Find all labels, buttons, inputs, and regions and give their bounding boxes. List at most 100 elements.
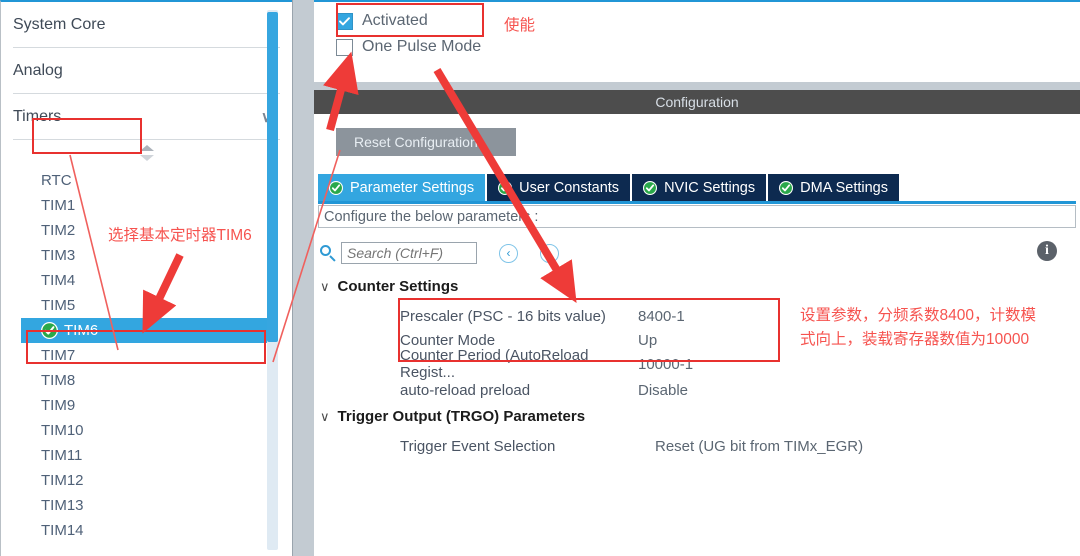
reset-configuration-label: Reset Configuration (354, 134, 478, 150)
sidebar-item-tim1[interactable]: TIM1 (1, 193, 292, 218)
activated-checkbox-row[interactable]: Activated (336, 8, 481, 34)
param-row-counter-period[interactable]: Counter Period (AutoReload Regist... 100… (400, 347, 694, 381)
tab-nvic-settings[interactable]: NVIC Settings (632, 174, 767, 201)
sidebar-category-label: System Core (13, 15, 106, 33)
sidebar-item-label: TIM10 (41, 422, 84, 439)
annotation-enable: 使能 (504, 17, 536, 34)
sidebar-item-tim6[interactable]: TIM6 (21, 318, 267, 343)
sidebar-item-label: TIM3 (41, 247, 76, 264)
panel-divider (292, 0, 314, 556)
sidebar-item-label: TIM2 (41, 222, 76, 239)
param-name: auto-reload preload (400, 381, 531, 399)
sidebar-item-tim13[interactable]: TIM13 (1, 493, 292, 518)
checkbox-unchecked-icon[interactable] (336, 38, 353, 56)
annotation-select-timer: 选择基本定时器TIM6 (108, 227, 252, 244)
tab-status-check-icon (498, 180, 513, 195)
param-name: Counter Mode (400, 331, 496, 349)
sidebar-category-timers[interactable]: Timers ∨ (13, 94, 280, 140)
group-title: Counter Settings (337, 278, 459, 295)
tab-parameter-settings[interactable]: Parameter Settings (318, 174, 486, 201)
parameter-search-row: ‹ › (320, 242, 559, 264)
sidebar-item-tim3[interactable]: TIM3 (1, 243, 292, 268)
tab-status-check-icon (643, 180, 658, 195)
sidebar-scrollbar-thumb[interactable] (267, 12, 278, 342)
configuration-tabs: Parameter Settings User Constants NVIC Set… (318, 174, 901, 201)
sidebar-item-tim7[interactable]: TIM7 (1, 343, 292, 368)
configure-note-label: Configure the below parameters : (324, 208, 539, 225)
configuration-shoulder (314, 82, 1080, 90)
param-row-auto-reload-preload[interactable]: auto-reload preload Disable (400, 378, 688, 402)
sidebar-item-tim9[interactable]: TIM9 (1, 393, 292, 418)
param-row-prescaler[interactable]: Prescaler (PSC - 16 bits value) 8400-1 (400, 304, 685, 328)
param-name: Trigger Event Selection (400, 437, 556, 455)
sidebar-item-tim5[interactable]: TIM5 (1, 293, 292, 318)
sidebar-item-label: RTC (41, 172, 72, 189)
sidebar-item-label: TIM8 (41, 372, 76, 389)
previous-match-button[interactable]: ‹ (499, 243, 518, 263)
tab-label: DMA Settings (800, 179, 888, 196)
group-title: Trigger Output (TRGO) Parameters (337, 408, 586, 425)
sidebar-item-label: TIM14 (41, 522, 84, 539)
activated-label: Activated (362, 12, 428, 29)
sidebar-item-label: TIM4 (41, 272, 76, 289)
tab-label: NVIC Settings (664, 179, 756, 196)
tab-label: User Constants (519, 179, 620, 196)
reset-configuration-button[interactable]: Reset Configuration (336, 128, 516, 156)
one-pulse-mode-checkbox-row[interactable]: One Pulse Mode (336, 34, 481, 60)
param-name: Prescaler (PSC - 16 bits value) (400, 307, 606, 325)
one-pulse-mode-label: One Pulse Mode (362, 38, 482, 55)
sidebar-category-analog[interactable]: Analog › (13, 48, 280, 94)
tab-status-check-icon (329, 180, 343, 195)
group-header-trigger-output[interactable]: ∨ Trigger Output (TRGO) Parameters (320, 408, 585, 425)
checkbox-checked-icon[interactable] (336, 12, 353, 30)
sidebar-item-label: TIM11 (41, 447, 83, 464)
mode-and-configuration-panel: Activated One Pulse Mode Configuration R… (314, 0, 1080, 556)
sidebar-item-label: TIM1 (41, 197, 76, 214)
chevron-down-icon: ∨ (320, 278, 330, 294)
tab-label: Parameter Settings (350, 179, 475, 196)
peripheral-list: RTC TIM1 TIM2 TIM3 TIM4 TIM5 TIM6 TIM7 TIM8 TIM9 T… (1, 168, 292, 543)
search-icon (320, 244, 337, 262)
configuration-title-bar: Configuration (314, 90, 1080, 114)
list-scroll-spinner[interactable] (1, 140, 292, 166)
next-match-button[interactable]: › (540, 243, 559, 263)
annotation-params-line2: 式向上，装载寄存器数值为10000 (800, 331, 1030, 348)
param-value: 8400-1 (638, 307, 685, 325)
sidebar-item-tim8[interactable]: TIM8 (1, 368, 292, 393)
param-value: Disable (638, 381, 689, 399)
sidebar-item-label: TIM13 (41, 497, 84, 514)
search-input[interactable] (341, 242, 477, 264)
sidebar-category-label: Timers (13, 107, 62, 125)
configure-note: Configure the below parameters : (318, 205, 1076, 228)
param-value: Reset (UG bit from TIMx_EGR) (655, 437, 864, 455)
app-window: System Core › Analog › Timers ∨ RTC TIM1 T… (0, 0, 1080, 556)
sidebar-item-rtc[interactable]: RTC (1, 168, 292, 193)
tab-dma-settings[interactable]: DMA Settings (768, 174, 899, 201)
param-row-trigger-event-selection[interactable]: Trigger Event Selection Reset (UG bit fr… (400, 434, 863, 458)
tab-underline (318, 201, 1076, 204)
param-name: Counter Period (AutoReload Regist... (400, 347, 589, 381)
enabled-check-icon (41, 322, 58, 339)
sidebar-item-label: TIM6 (64, 322, 99, 339)
sidebar-item-tim14[interactable]: TIM14 (1, 518, 292, 543)
tab-status-check-icon (779, 180, 794, 195)
sidebar-item-tim11[interactable]: TIM11 (1, 443, 292, 468)
param-value: 10000-1 (638, 355, 694, 373)
sidebar-item-tim4[interactable]: TIM4 (1, 268, 292, 293)
spinner-arrows-icon (139, 145, 154, 161)
sidebar-item-label: TIM12 (41, 472, 84, 489)
sidebar-item-tim12[interactable]: TIM12 (1, 468, 292, 493)
peripheral-tree-sidebar: System Core › Analog › Timers ∨ RTC TIM1 T… (0, 0, 292, 556)
tab-user-constants[interactable]: User Constants (487, 174, 631, 201)
sidebar-category-label: Analog (13, 61, 63, 79)
sidebar-item-label: TIM7 (41, 347, 76, 364)
group-header-counter-settings[interactable]: ∨ Counter Settings (320, 278, 458, 295)
chevron-down-icon: ∨ (320, 408, 330, 424)
sidebar-item-tim10[interactable]: TIM10 (1, 418, 292, 443)
mode-checkbox-group: Activated One Pulse Mode (336, 8, 481, 60)
sidebar-category-system-core[interactable]: System Core › (13, 2, 280, 48)
annotation-params-line1: 设置参数，分频系数8400，计数模 (800, 307, 1036, 324)
info-icon[interactable]: i (1037, 241, 1057, 261)
configuration-title: Configuration (655, 94, 739, 110)
sidebar-item-label: TIM5 (41, 297, 76, 314)
